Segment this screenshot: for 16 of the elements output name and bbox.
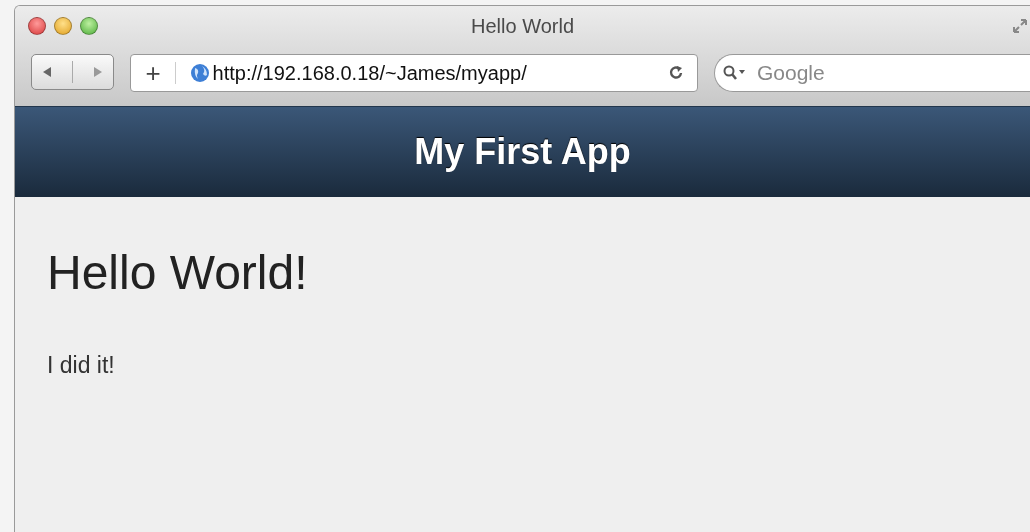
search-field[interactable]: Google	[714, 54, 1030, 92]
fullscreen-icon[interactable]	[1012, 18, 1028, 34]
header-title: My First App	[414, 131, 631, 173]
reload-icon[interactable]	[669, 65, 685, 81]
paragraph: I did it!	[47, 352, 116, 379]
globe-icon	[189, 63, 210, 83]
search-icon	[723, 65, 747, 81]
page-heading: Hello World!	[47, 245, 309, 300]
zoom-button[interactable]	[80, 17, 98, 35]
back-forward-buttons[interactable]	[31, 54, 115, 90]
window-title: Hello World	[471, 14, 574, 38]
url-text: http://192.168.0.18/~James/myapp/	[212, 61, 527, 85]
add-bookmark-button[interactable]: +	[145, 60, 161, 86]
close-button[interactable]	[28, 17, 46, 35]
minimize-button[interactable]	[54, 17, 72, 35]
address-bar[interactable]: + http://192.168.0.18/~James/myapp/	[130, 54, 698, 92]
